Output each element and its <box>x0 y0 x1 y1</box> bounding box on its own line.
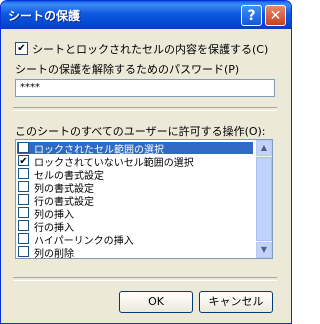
password-label: シートの保護を解除するためのパスワード(P) <box>15 63 240 76</box>
protect-sheet-label: シートとロックされたセルの内容を保護する(C) <box>32 43 269 56</box>
permissions-list[interactable]: ✔ ロックされたセル範囲の選択 ✔ ロックされていないセル範囲の選択 セルの書式… <box>15 139 273 259</box>
ok-button[interactable]: OK <box>119 291 193 313</box>
list-item-checkbox[interactable] <box>18 246 29 257</box>
list-item[interactable]: 列の挿入 <box>17 207 253 221</box>
list-item[interactable]: ✔ ロックされていないセル範囲の選択 <box>17 155 253 169</box>
list-item-checkbox[interactable] <box>18 207 29 218</box>
list-item[interactable]: ✔ ロックされたセル範囲の選択 <box>17 142 253 156</box>
list-item-checkbox[interactable] <box>18 168 29 179</box>
list-item-checkbox[interactable]: ✔ <box>18 142 29 154</box>
list-item-checkbox[interactable] <box>18 233 29 244</box>
list-item[interactable]: 行の書式設定 <box>17 194 253 208</box>
list-item-checkbox[interactable] <box>18 181 29 192</box>
help-button[interactable]: ? <box>241 5 262 26</box>
password-input[interactable]: **** <box>15 79 275 97</box>
permissions-label: このシートのすべてのユーザーに許可する操作(O): <box>15 125 266 138</box>
scroll-thumb[interactable] <box>256 157 272 241</box>
separator <box>13 277 277 281</box>
title-bar[interactable]: シートの保護 ? ✕ <box>1 1 291 29</box>
list-item[interactable]: 列の書式設定 <box>17 181 253 195</box>
protect-sheet-checkbox[interactable]: ✔ <box>15 42 28 55</box>
list-item[interactable]: 列の削除 <box>17 246 253 258</box>
separator <box>13 107 277 111</box>
list-item[interactable]: ハイパーリンクの挿入 <box>17 233 253 247</box>
list-item[interactable]: セルの書式設定 <box>17 168 253 182</box>
vertical-scrollbar[interactable]: ▲ ▼ <box>256 140 272 258</box>
list-item-checkbox[interactable]: ✔ <box>18 155 29 167</box>
dialog-title: シートの保護 <box>8 9 81 23</box>
list-item-label: 列の削除 <box>34 249 74 259</box>
list-item-checkbox[interactable] <box>18 194 29 205</box>
close-button[interactable]: ✕ <box>265 5 286 26</box>
list-item[interactable]: 行の挿入 <box>17 220 253 234</box>
scroll-up-icon[interactable]: ▲ <box>256 140 272 156</box>
scroll-down-icon[interactable]: ▼ <box>256 242 272 258</box>
list-item-checkbox[interactable] <box>18 220 29 231</box>
protect-sheet-dialog: シートの保護 ? ✕ ✔ シートとロックされたセルの内容を保護する(C) シート… <box>0 0 292 324</box>
cancel-button[interactable]: キャンセル <box>199 291 273 313</box>
